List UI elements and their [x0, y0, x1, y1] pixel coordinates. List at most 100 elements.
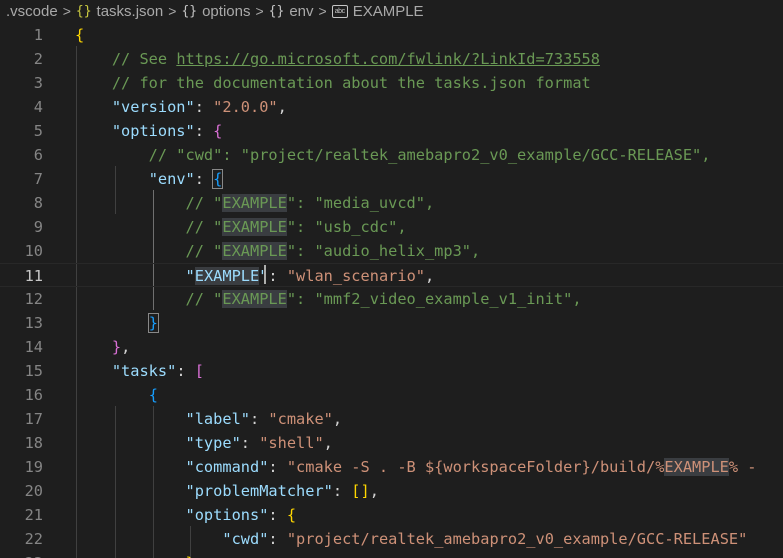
code-token: % - [728, 458, 757, 476]
code-token: "label" [185, 410, 250, 428]
code-line[interactable]: 13 } [0, 311, 783, 335]
code-token: ": "media_uvcd", [286, 194, 435, 212]
code-text: "type": "shell", [75, 431, 333, 455]
code-token: // " [75, 242, 223, 260]
code-line[interactable]: 15 "tasks": [ [0, 359, 783, 383]
code-token: : [268, 267, 287, 285]
code-text: // "EXAMPLE": "usb_cdc", [75, 215, 407, 239]
code-line[interactable]: 8 // "EXAMPLE": "media_uvcd", [0, 191, 783, 215]
line-number: 10 [24, 242, 43, 260]
code-line[interactable]: 11 "EXAMPLE": "wlan_scenario", [0, 263, 783, 287]
code-token: // for the documentation about the tasks… [75, 74, 591, 92]
code-line[interactable]: 22 "cwd": "project/realtek_amebapro2_v0_… [0, 527, 783, 551]
code-line[interactable]: 17 "label": "cmake", [0, 407, 783, 431]
code-line[interactable]: 20 "problemMatcher": [], [0, 479, 783, 503]
breadcrumb-item-example[interactable]: abc EXAMPLE [331, 3, 424, 20]
code-token: : [176, 362, 195, 380]
line-number: 9 [33, 218, 43, 236]
code-token: } [147, 313, 159, 333]
breadcrumb-label: .vscode [6, 2, 58, 20]
code-token: "wlan_scenario" [286, 267, 425, 285]
code-token: : [268, 458, 287, 476]
code-token: } [186, 554, 195, 558]
code-token: "version" [111, 98, 195, 116]
json-braces-icon: {} [75, 3, 92, 19]
object-braces-icon: {} [268, 3, 285, 19]
breadcrumb-item-options[interactable]: {} options [181, 3, 250, 20]
code-line[interactable]: 5 "options": { [0, 119, 783, 143]
code-token: EXAMPLE [222, 290, 287, 308]
code-line[interactable]: 18 "type": "shell", [0, 431, 783, 455]
line-number: 5 [33, 122, 43, 140]
code-token: EXAMPLE [222, 218, 287, 236]
code-token: "2.0.0" [213, 98, 278, 116]
breadcrumb-item-vscode[interactable]: .vscode [6, 3, 58, 20]
code-token: EXAMPLE [222, 242, 287, 260]
code-line[interactable]: 3 // for the documentation about the tas… [0, 71, 783, 95]
code-line[interactable]: 12 // "EXAMPLE": "mmf2_video_example_v1_… [0, 287, 783, 311]
code-text: "label": "cmake", [75, 407, 343, 431]
code-line[interactable]: 10 // "EXAMPLE": "audio_helix_mp3", [0, 239, 783, 263]
code-token: , [323, 434, 333, 452]
code-token: : [194, 122, 214, 140]
breadcrumb-label: env [289, 2, 314, 20]
code-editor[interactable]: 1{2 // See https://go.microsoft.com/fwli… [0, 22, 783, 558]
code-token: "options" [111, 122, 195, 140]
code-line[interactable]: 23 } [0, 551, 783, 558]
code-line[interactable]: 6 // "cwd": "project/realtek_amebapro2_v… [0, 143, 783, 167]
code-line[interactable]: 21 "options": { [0, 503, 783, 527]
code-text: "options": { [75, 503, 297, 527]
code-line[interactable]: 4 "version": "2.0.0", [0, 95, 783, 119]
code-line[interactable]: 7 "env": { [0, 167, 783, 191]
code-line[interactable]: 1{ [0, 23, 783, 47]
code-token: // "cwd": "project/realtek_amebapro2_v0_… [75, 146, 711, 164]
code-token: { [286, 506, 297, 524]
breadcrumb: .vscode > {} tasks.json > {} options > {… [0, 0, 783, 22]
code-token: ": "audio_helix_mp3", [286, 242, 481, 260]
code-token: ": "usb_cdc", [286, 218, 407, 236]
code-token: [] [351, 482, 370, 500]
code-token: : [249, 410, 269, 428]
breadcrumb-item-env[interactable]: {} env [269, 3, 314, 20]
code-token: ": "mmf2_video_example_v1_init", [286, 290, 582, 308]
line-number: 7 [33, 170, 43, 188]
code-line[interactable]: 16 { [0, 383, 783, 407]
code-token: EXAMPLE [194, 267, 260, 285]
code-token: : [332, 482, 352, 500]
code-text: // See https://go.microsoft.com/fwlink/?… [75, 47, 600, 71]
code-token: { [75, 26, 85, 44]
code-text: "EXAMPLE": "wlan_scenario", [75, 264, 434, 288]
code-text: { [75, 23, 84, 47]
code-token: "options" [185, 506, 269, 524]
code-line[interactable]: 14 }, [0, 335, 783, 359]
text-cursor [264, 265, 266, 284]
line-number: 6 [33, 146, 43, 164]
code-line[interactable]: 19 "command": "cmake -S . -B ${workspace… [0, 455, 783, 479]
breadcrumb-item-tasks-json[interactable]: {} tasks.json [76, 3, 163, 20]
line-number: 20 [24, 482, 43, 500]
line-number: 4 [33, 98, 43, 116]
code-line[interactable]: 9 // "EXAMPLE": "usb_cdc", [0, 215, 783, 239]
chevron-right-icon: > [168, 3, 177, 19]
code-text: "env": { [75, 167, 224, 191]
code-token: "cwd" [222, 530, 269, 548]
code-token: "cmake" [268, 410, 333, 428]
code-token: , [121, 338, 131, 356]
code-text: "problemMatcher": [], [75, 479, 379, 503]
code-text: } [75, 551, 195, 558]
code-token: "cmake -S . -B ${workspaceFolder}/build/… [286, 458, 665, 476]
code-text: }, [75, 335, 130, 359]
code-line[interactable]: 2 // See https://go.microsoft.com/fwlink… [0, 47, 783, 71]
code-token: // " [75, 218, 223, 236]
